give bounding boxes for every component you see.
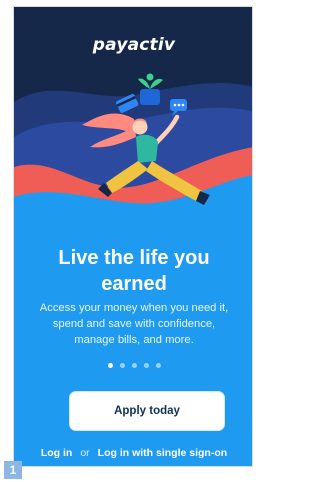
apply-today-button[interactable]: Apply today	[69, 391, 225, 431]
sso-login-link[interactable]: Log in with single sign-on	[98, 447, 228, 459]
screenshot-number-badge: 1	[4, 461, 22, 479]
description-line-3: manage bills, and more.	[74, 334, 194, 346]
description-line-1: Access your money when you need it,	[39, 302, 229, 314]
onboarding-headline: Live the life you earned	[14, 245, 252, 297]
log-in-link[interactable]: Log in	[41, 447, 73, 459]
payactiv-logo: payactiv	[92, 35, 176, 55]
onboarding-screen: payactiv Live the life you earned Access…	[13, 6, 253, 467]
or-separator: or	[80, 447, 90, 459]
screenshot-canvas: payactiv Live the life you earned Access…	[0, 0, 266, 482]
description-line-2: spend and save with confidence,	[52, 318, 216, 330]
page-dot-4[interactable]	[143, 363, 149, 368]
page-dot-1[interactable]	[107, 363, 113, 368]
login-links: Log in or Log in with single sign-on	[14, 447, 252, 459]
onboarding-description: Access your money when you need it, spen…	[22, 300, 246, 348]
carousel-page-indicator	[14, 363, 252, 368]
headline-line-1: Live the life you	[58, 247, 210, 269]
page-dot-3[interactable]	[131, 363, 137, 368]
page-dot-5[interactable]	[155, 363, 161, 368]
page-dot-2[interactable]	[119, 363, 125, 368]
headline-line-2: earned	[101, 273, 167, 295]
